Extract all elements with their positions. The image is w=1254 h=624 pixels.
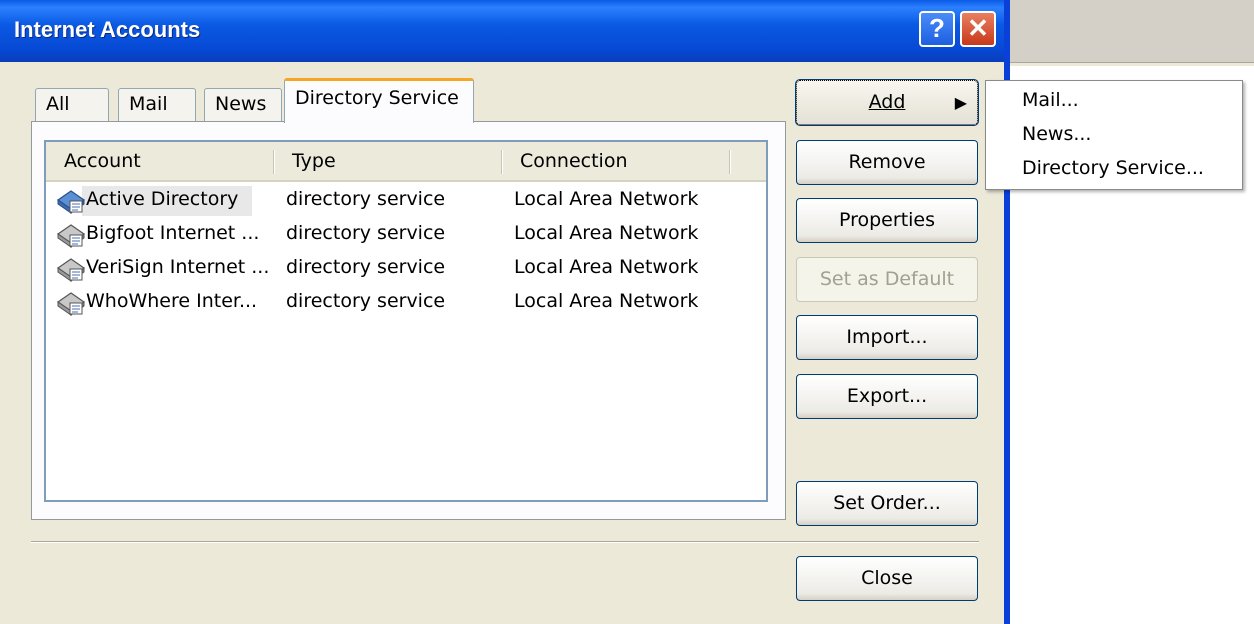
add-button-label: Add [868,91,906,113]
internet-accounts-dialog: Internet Accounts ? ✕ All Mail News Dire… [0,0,1010,624]
account-name: Bigfoot Internet ... [86,222,260,244]
tab-all[interactable]: All [35,88,109,122]
tab-news[interactable]: News [204,88,282,122]
column-separator[interactable] [501,150,503,174]
submenu-arrow-icon: ▶ [954,93,967,112]
menu-item-directory-service[interactable]: Directory Service... [1022,157,1204,179]
help-button[interactable]: ? [919,11,955,47]
tab-label: News [215,93,267,115]
tab-panel: Account Type Connection Active Directory… [31,121,786,520]
tab-mail[interactable]: Mail [118,88,196,122]
remove-button[interactable]: Remove [796,140,978,185]
add-button[interactable]: Add ▶ [795,79,979,126]
column-separator[interactable] [729,150,731,174]
tab-label: All [46,93,70,115]
title-bar[interactable]: Internet Accounts ? ✕ [0,0,1004,62]
set-order-button-label: Set Order... [833,492,941,514]
account-connection: Local Area Network [514,290,699,312]
column-header-account[interactable]: Account [64,150,141,172]
set-as-default-button-label: Set as Default [819,268,955,290]
remove-button-label: Remove [848,151,926,173]
menu-item-news[interactable]: News... [1022,123,1091,145]
directory-service-icon [56,190,86,214]
tab-label: Mail [129,93,168,115]
properties-button-label: Properties [838,209,936,231]
close-icon: ✕ [967,13,989,43]
menu-item-mail[interactable]: Mail... [1022,89,1079,111]
set-order-button[interactable]: Set Order... [796,481,978,526]
directory-service-icon [56,224,86,248]
column-header-type[interactable]: Type [292,150,336,172]
column-separator[interactable] [273,150,275,174]
separator [31,541,979,543]
table-row[interactable]: VeriSign Internet ... directory service … [46,252,766,286]
set-as-default-button[interactable]: Set as Default [796,257,978,302]
export-button-label: Export... [846,385,928,407]
account-type: directory service [286,222,446,244]
help-icon: ? [929,13,945,43]
tab-label: Directory Service [295,87,459,109]
list-header: Account Type Connection [46,142,766,182]
account-type: directory service [286,188,446,210]
account-name: WhoWhere Inter... [86,290,258,312]
column-header-connection[interactable]: Connection [520,150,628,172]
directory-service-icon [56,258,86,282]
account-type: directory service [286,256,446,278]
properties-button[interactable]: Properties [796,198,978,243]
close-button[interactable]: Close [796,556,978,601]
background-toolbar [1003,0,1254,63]
directory-service-icon [56,292,86,316]
window-title: Internet Accounts [14,17,201,42]
table-row[interactable]: Bigfoot Internet ... directory service L… [46,218,766,252]
account-name: VeriSign Internet ... [86,256,270,278]
account-type: directory service [286,290,446,312]
table-row[interactable]: Active Directory directory service Local… [46,184,766,218]
add-menu: Mail... News... Directory Service... [985,80,1243,190]
close-button-label: Close [861,567,913,589]
account-connection: Local Area Network [514,256,699,278]
account-connection: Local Area Network [514,222,699,244]
accounts-list[interactable]: Account Type Connection Active Directory… [44,140,768,502]
account-connection: Local Area Network [514,188,699,210]
import-button-label: Import... [846,326,928,348]
import-button[interactable]: Import... [796,315,978,360]
window-close-button[interactable]: ✕ [960,11,996,47]
background-divider [1003,63,1254,66]
table-row[interactable]: WhoWhere Inter... directory service Loca… [46,286,766,320]
account-name: Active Directory [86,188,239,210]
export-button[interactable]: Export... [796,374,978,419]
tab-directory-service[interactable]: Directory Service [284,78,474,123]
